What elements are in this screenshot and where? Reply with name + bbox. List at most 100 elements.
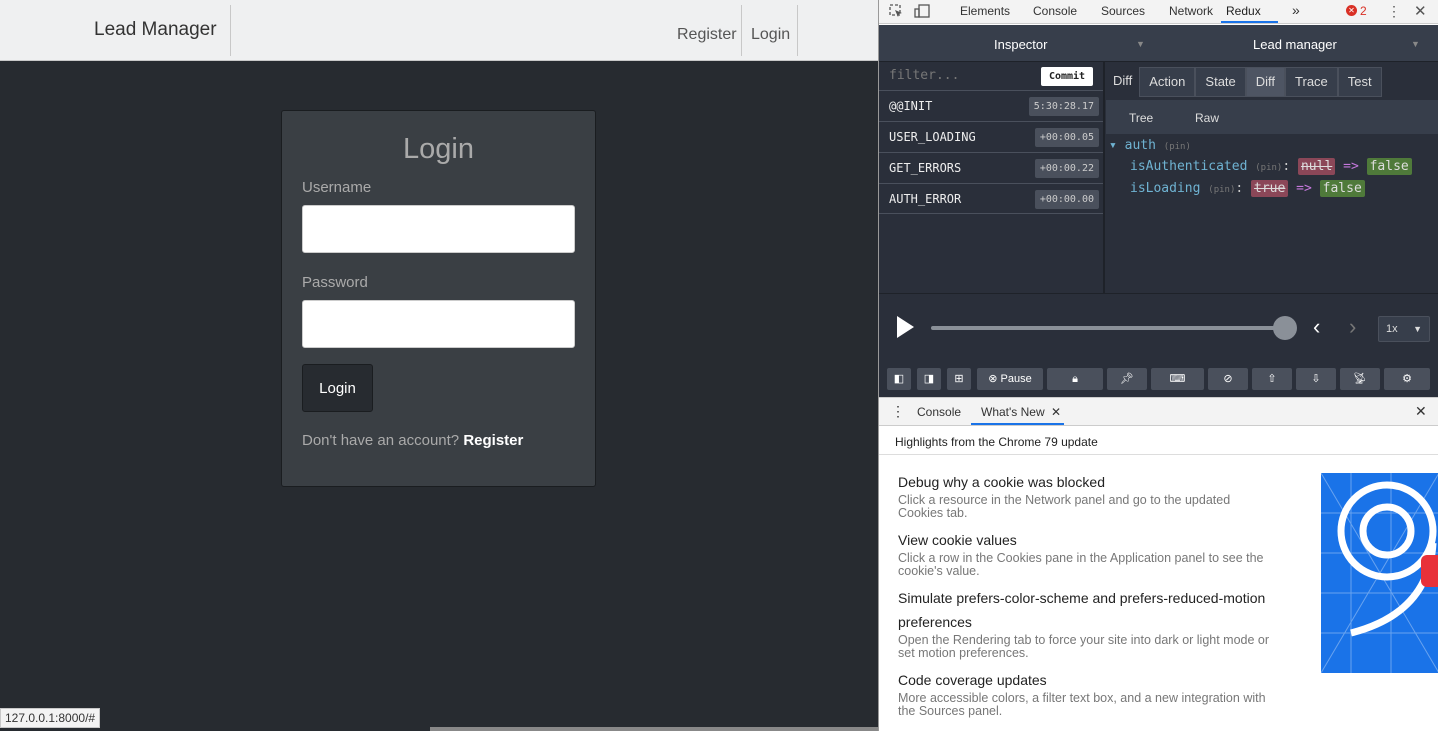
tab-elements[interactable]: Elements	[960, 4, 1010, 18]
chevron-down-icon[interactable]: ▼	[1136, 39, 1145, 49]
news-title[interactable]: Simulate prefers-color-scheme and prefer…	[898, 586, 1278, 634]
action-item[interactable]: GET_ERRORS +00:00.22	[879, 152, 1103, 183]
lock-icon[interactable]: 🔒︎	[1047, 368, 1103, 390]
action-item[interactable]: AUTH_ERROR +00:00.00	[879, 183, 1103, 214]
drawer-tab-console[interactable]: Console	[917, 405, 961, 419]
slider-track[interactable]	[931, 326, 1286, 330]
subtab-raw[interactable]: Raw	[1195, 111, 1219, 125]
persist-icon[interactable]: ⊘	[1208, 368, 1248, 390]
news-item[interactable]: Code coverage updates More accessible co…	[898, 668, 1278, 718]
expand-arrow-icon[interactable]: ▾	[1109, 138, 1117, 153]
subtab-tree[interactable]: Tree	[1129, 111, 1153, 125]
monitor-select[interactable]: Inspector	[994, 37, 1047, 52]
username-input[interactable]	[302, 205, 575, 253]
redux-toolbar: ◧ ◨ ⊞ ⊗ Pause 🔒︎ 📌︎ ⌨ ⊘ ⇧ ⇩ 📡︎ ⚙	[879, 361, 1438, 397]
tab-console[interactable]: Console	[1033, 4, 1077, 18]
keyboard-icon[interactable]: ⌨	[1151, 368, 1204, 390]
import-icon[interactable]: ⇩	[1296, 368, 1336, 390]
pin-link[interactable]: (pin)	[1255, 163, 1282, 173]
speed-select[interactable]: 1x ▼	[1378, 316, 1430, 342]
device-toolbar-icon[interactable]	[914, 4, 930, 21]
login-title: Login	[403, 133, 474, 165]
action-item[interactable]: USER_LOADING +00:00.05	[879, 121, 1103, 152]
diff-pane: Diff Action State Diff Trace Test Tree R…	[1106, 62, 1438, 293]
kebab-menu-icon[interactable]: ⋮	[1387, 3, 1401, 20]
devtools-drawer: ⋮ Console What's New ✕ ✕ Highlights from…	[879, 397, 1438, 731]
commit-button[interactable]: Commit	[1041, 67, 1093, 86]
close-tab-icon[interactable]: ✕	[1051, 405, 1061, 419]
news-item[interactable]: Debug why a cookie was blocked Click a r…	[898, 470, 1278, 520]
tab-trace[interactable]: Trace	[1285, 67, 1338, 97]
brand-link[interactable]: Lead Manager	[94, 19, 217, 41]
error-icon[interactable]: ✕	[1346, 5, 1357, 16]
action-list: filter... Commit @@INIT 5:30:28.17 USER_…	[879, 62, 1105, 293]
step-forward-icon[interactable]: ›	[1349, 314, 1356, 340]
password-input[interactable]	[302, 300, 575, 348]
action-name: AUTH_ERROR	[889, 192, 962, 206]
diff-arrow: =>	[1296, 181, 1312, 196]
layout-left-icon[interactable]: ◧	[887, 368, 911, 390]
nav-divider	[230, 5, 231, 56]
inspect-element-icon[interactable]	[889, 4, 903, 21]
window-scrollbar[interactable]	[430, 727, 878, 731]
speed-value: 1x	[1386, 323, 1398, 335]
active-tab-indicator	[1221, 21, 1278, 23]
close-devtools-icon[interactable]: ✕	[1414, 2, 1427, 20]
drawer-tabbar: ⋮ Console What's New ✕ ✕	[879, 398, 1438, 426]
news-item[interactable]: View cookie values Click a row in the Co…	[898, 528, 1278, 578]
navbar: Lead Manager Register Login	[0, 0, 878, 61]
step-back-icon[interactable]: ‹	[1313, 314, 1320, 340]
layout-bottom-icon[interactable]: ⊞	[947, 368, 971, 390]
register-link[interactable]: Register	[463, 432, 523, 449]
more-tabs-icon[interactable]: »	[1292, 2, 1300, 18]
play-icon[interactable]	[897, 316, 914, 338]
pin-link[interactable]: (pin)	[1164, 142, 1191, 152]
app-viewport: Lead Manager Register Login Login Userna…	[0, 0, 878, 731]
news-desc: Click a row in the Cookies pane in the A…	[898, 551, 1264, 578]
error-count[interactable]: 2	[1360, 4, 1367, 18]
layout-right-icon[interactable]: ◨	[917, 368, 941, 390]
promo-badge	[1421, 555, 1438, 587]
diff-old-value: null	[1297, 158, 1336, 175]
export-icon[interactable]: ⇧	[1252, 368, 1292, 390]
news-title[interactable]: View cookie values	[898, 528, 1278, 552]
news-title[interactable]: Code coverage updates	[898, 668, 1278, 692]
instance-select[interactable]: Lead manager	[1253, 37, 1337, 52]
tab-action[interactable]: Action	[1139, 67, 1196, 97]
remote-icon[interactable]: 📡︎	[1340, 368, 1380, 390]
diff-new-value: false	[1366, 158, 1412, 175]
action-time: +00:00.05	[1034, 128, 1099, 147]
tab-test[interactable]: Test	[1337, 67, 1382, 97]
tab-sources[interactable]: Sources	[1101, 4, 1145, 18]
chevron-down-icon[interactable]: ▼	[1411, 39, 1420, 49]
chevron-down-icon: ▼	[1413, 324, 1422, 334]
tree-root-row[interactable]: ▾ auth (pin)	[1109, 138, 1191, 153]
login-card: Login Username Password Login Don't have…	[281, 110, 596, 487]
close-drawer-icon[interactable]: ✕	[1415, 403, 1427, 420]
slider-handle[interactable]	[1273, 316, 1297, 340]
tab-network[interactable]: Network	[1169, 4, 1213, 18]
nav-register-link[interactable]: Register	[677, 26, 737, 44]
news-item[interactable]: Simulate prefers-color-scheme and prefer…	[898, 586, 1278, 660]
status-url: 127.0.0.1:8000/#	[0, 708, 101, 728]
action-time: +00:00.22	[1034, 159, 1099, 178]
settings-icon[interactable]: ⚙	[1384, 368, 1430, 390]
pin-icon[interactable]: 📌︎	[1107, 368, 1147, 390]
tab-redux[interactable]: Redux	[1226, 4, 1261, 18]
login-button[interactable]: Login	[302, 364, 373, 412]
pause-button[interactable]: ⊗ Pause	[977, 368, 1043, 390]
tab-diff[interactable]: Diff	[1245, 67, 1286, 97]
register-prompt-text: Don't have an account?	[302, 432, 460, 449]
drawer-menu-icon[interactable]: ⋮	[891, 403, 905, 420]
nav-login-link[interactable]: Login	[751, 26, 790, 44]
action-name: @@INIT	[889, 99, 933, 113]
tab-state[interactable]: State	[1195, 67, 1246, 97]
pin-link[interactable]: (pin)	[1208, 185, 1235, 195]
action-item[interactable]: @@INIT 5:30:28.17	[879, 90, 1103, 121]
nav-divider	[741, 5, 742, 56]
news-title[interactable]: Debug why a cookie was blocked	[898, 470, 1278, 494]
active-tab-indicator	[971, 423, 1064, 425]
drawer-tab-whats-new[interactable]: What's New	[981, 405, 1045, 419]
mode-tabbar: Diff Action State Diff Trace Test	[1106, 67, 1382, 97]
action-filter-input[interactable]: filter...	[889, 68, 959, 83]
